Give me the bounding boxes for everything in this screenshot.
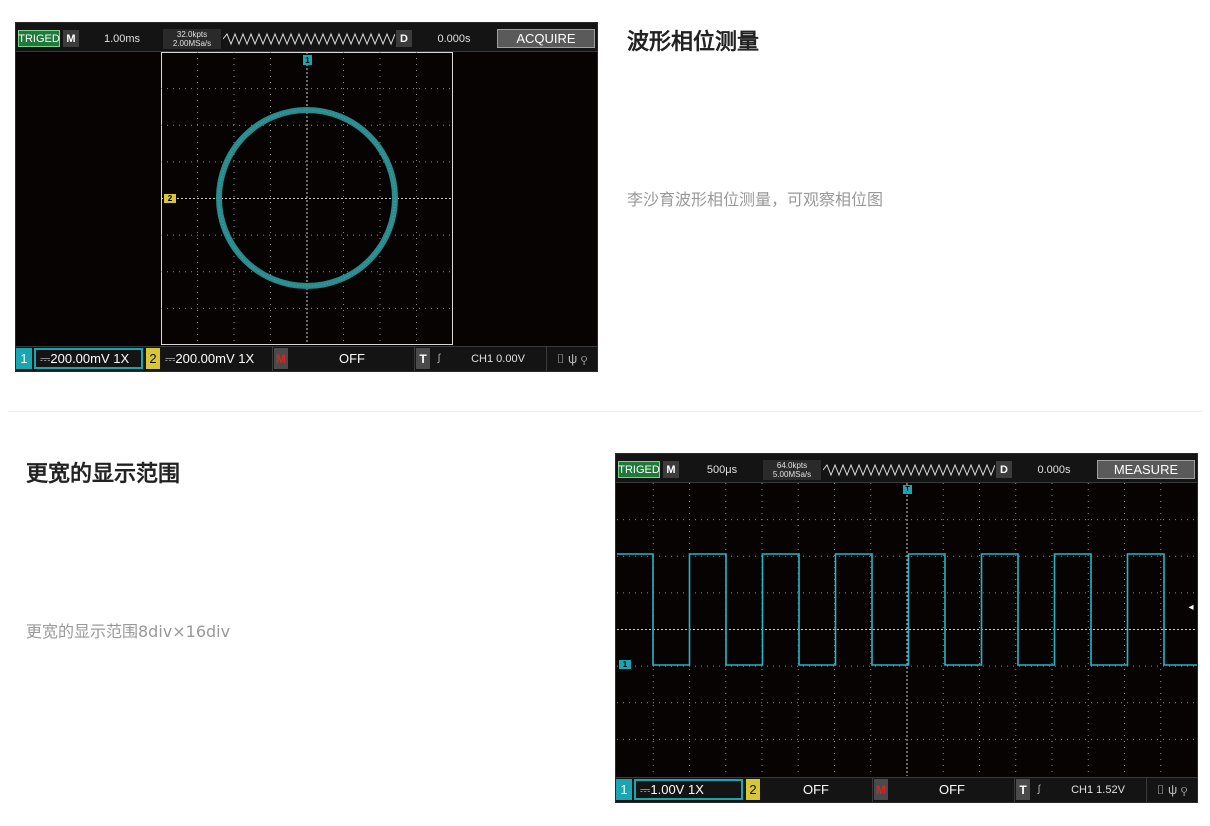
top-status-bar: TRIGED M 500μs 64.0kpts 5.00MSa/s D 0.00… — [616, 454, 1197, 483]
timebase-value: 1.00ms — [103, 32, 141, 45]
ch1-scale-setting[interactable]: ⎓200.00mV 1X — [34, 348, 143, 369]
usb-network-status-icons: ⌷ ψ ⚲ — [556, 350, 588, 366]
delay-value: 0.000s — [437, 32, 471, 45]
waveform-overview-icon — [223, 32, 395, 46]
section1-title: 波形相位测量 — [627, 30, 760, 55]
delay-indicator: D — [996, 461, 1012, 478]
memory-depth: 64.0kpts — [776, 461, 808, 470]
memory-depth: 32.0kpts — [176, 30, 208, 39]
trigger-level-arrow: ◂ — [1188, 601, 1194, 613]
memory-depth-and-sample-rate: 32.0kpts 2.00MSa/s — [163, 29, 221, 49]
ch1-position-marker: 1 — [303, 55, 312, 65]
math-button[interactable]: M — [874, 779, 888, 800]
waveform-overview-icon — [823, 463, 995, 477]
ch2-button[interactable]: 2 — [746, 779, 760, 800]
separator — [546, 347, 547, 371]
separator — [1146, 778, 1147, 802]
mode-indicator: M — [663, 461, 679, 478]
ch1-scale-setting[interactable]: ⎓1.00V 1X — [634, 779, 743, 800]
separator — [1014, 778, 1015, 802]
grid-lines — [161, 52, 453, 345]
ch2-scale-setting[interactable]: ⎓200.00mV 1X — [161, 348, 271, 369]
timebase-value: 500μs — [706, 463, 738, 476]
square-wave-display-grid — [617, 483, 1197, 776]
ch2-button[interactable]: 2 — [146, 348, 160, 369]
ch2-state[interactable]: OFF — [761, 779, 871, 800]
bottom-channel-bar: 1 ⎓200.00mV 1X 2 ⎓200.00mV 1X M OFF T ∫ … — [16, 346, 597, 371]
oscilloscope-screenshot-square-wave: TRIGED M 500μs 64.0kpts 5.00MSa/s D 0.00… — [615, 453, 1198, 803]
separator — [414, 347, 415, 371]
delay-value: 0.000s — [1037, 463, 1071, 476]
trigger-status-badge: TRIGED — [618, 461, 660, 478]
top-status-bar: TRIGED M 1.00ms 32.0kpts 2.00MSa/s D 0.0… — [16, 23, 597, 52]
math-state: OFF — [339, 351, 365, 366]
trigger-time-marker: T — [903, 485, 912, 494]
section2-description: 更宽的显示范围8div×16div — [26, 622, 231, 641]
separator — [272, 347, 273, 371]
section-divider — [8, 411, 1202, 412]
trigger-edge-icon: ∫ — [1037, 784, 1041, 795]
lissajous-display-grid — [161, 52, 453, 345]
section1-description: 李沙育波形相位测量，可观察相位图 — [627, 190, 884, 209]
ch1-button[interactable]: 1 — [16, 348, 32, 369]
trigger-status-badge: TRIGED — [18, 30, 60, 47]
section2-title: 更宽的显示范围 — [26, 462, 181, 487]
grid-lines — [617, 483, 1197, 776]
math-state: OFF — [939, 782, 965, 797]
sample-rate: 2.00MSa/s — [172, 39, 212, 48]
trigger-button[interactable]: T — [416, 348, 430, 369]
ch1-position-marker: 1 — [619, 660, 631, 669]
memory-depth-and-sample-rate: 64.0kpts 5.00MSa/s — [763, 460, 821, 480]
math-button[interactable]: M — [274, 348, 288, 369]
ch1-button[interactable]: 1 — [616, 779, 632, 800]
ch2-position-marker: 2 — [164, 194, 176, 203]
measure-menu-button[interactable]: MEASURE — [1097, 460, 1195, 479]
separator — [872, 778, 873, 802]
oscilloscope-screenshot-lissajous: TRIGED M 1.00ms 32.0kpts 2.00MSa/s D 0.0… — [15, 22, 598, 372]
trigger-edge-icon: ∫ — [437, 353, 441, 364]
delay-indicator: D — [396, 30, 412, 47]
trigger-level: CH1 1.52V — [1071, 783, 1125, 796]
trigger-button[interactable]: T — [1016, 779, 1030, 800]
usb-network-status-icons: ⌷ ψ ⚲ — [1156, 781, 1188, 797]
trigger-level: CH1 0.00V — [471, 352, 525, 365]
bottom-channel-bar: 1 ⎓1.00V 1X 2 OFF M OFF T ∫ CH1 1.52V ⌷ … — [616, 777, 1197, 802]
sample-rate: 5.00MSa/s — [772, 470, 812, 479]
acquire-menu-button[interactable]: ACQUIRE — [497, 29, 595, 48]
mode-indicator: M — [63, 30, 79, 47]
